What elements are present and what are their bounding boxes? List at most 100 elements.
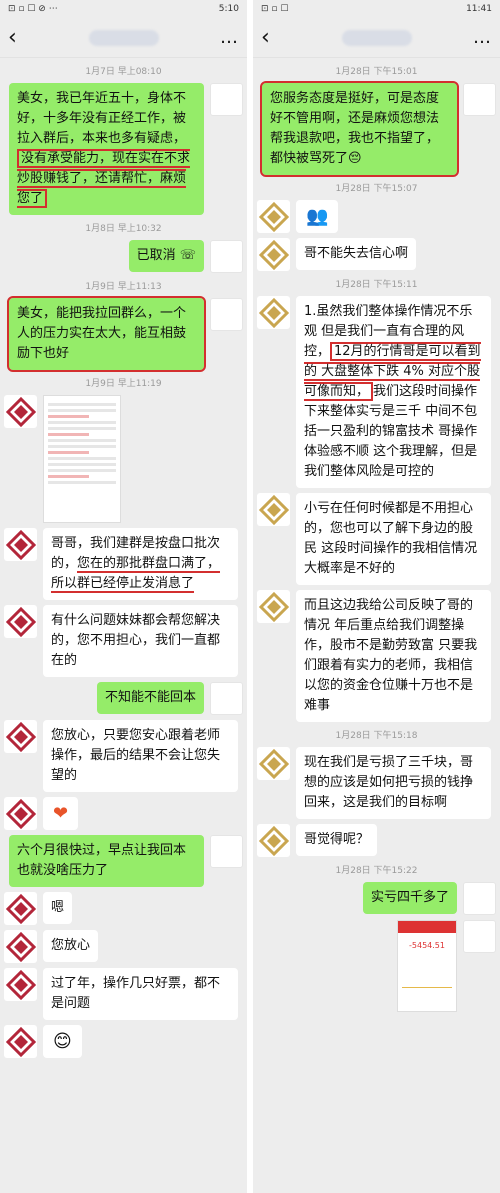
red-diamond-logo-icon [5, 893, 36, 924]
call-cancelled-message[interactable]: 已取消 ☏ [128, 240, 204, 272]
message-row-sent: 不知能不能回本 [4, 682, 243, 715]
timestamp: 1月28日 下午15:18 [335, 731, 418, 741]
agent-avatar[interactable] [257, 296, 290, 329]
timestamp: 1月28日 下午15:22 [335, 866, 418, 876]
agent-avatar[interactable] [4, 528, 37, 561]
message-row-received: 😊 [4, 1025, 243, 1058]
received-message[interactable]: 小亏在任何时候都是不用担心的，您也可以了解下身边的股民 这段时间操作的我相信情况… [296, 493, 491, 585]
screenshot-graph [402, 958, 452, 988]
status-bar: ⊡ ▫ ☐ 11:41 [253, 0, 500, 18]
my-avatar[interactable] [210, 240, 243, 273]
agent-avatar[interactable] [4, 720, 37, 753]
sent-message[interactable]: 六个月很快过，早点让我回本也就没啥压力了 [9, 835, 204, 887]
message-list[interactable]: 1月28日 下午15:01 您服务态度是挺好，可是态度好不管用啊，还是麻烦您想法… [253, 58, 500, 1193]
gold-diamond-logo-icon [258, 748, 289, 779]
more-options-icon[interactable]: … [220, 27, 239, 48]
received-message[interactable]: 哥哥，我们建群是按盘口批次的，您在的那批群盘口满了，所以群已经停止发消息了 [43, 528, 238, 600]
message-row-received: 过了年，操作几只好票，都不是问题 [4, 968, 243, 1020]
received-message[interactable]: 嗯 [43, 892, 73, 924]
chat-nav-bar: ‹ … [253, 18, 500, 58]
red-diamond-logo-icon [5, 1026, 36, 1057]
agent-avatar[interactable] [4, 605, 37, 638]
loss-value: -5454.51 [409, 941, 445, 950]
received-message[interactable]: 哥不能失去信心啊 [296, 238, 417, 270]
screenshot-header [398, 921, 456, 933]
message-list[interactable]: 1月7日 早上08:10 美女，我已年近五十，身体不好，十多年没有正经工作，被拉… [0, 58, 247, 1193]
agent-avatar[interactable] [4, 797, 37, 830]
my-avatar[interactable] [463, 83, 496, 116]
received-message[interactable]: 1.虽然我们整体操作情况不乐观 但是我们一直有合理的风控， 12月的行情哥是可以看… [296, 296, 491, 488]
received-message[interactable]: 您放心，只要您安心跟着老师操作，最后的结果不会让您失望的 [43, 720, 238, 792]
agent-avatar[interactable] [4, 1025, 37, 1058]
agent-avatar[interactable] [257, 824, 290, 857]
message-row-received: 👥 [257, 200, 496, 233]
status-icons: ⊡ ▫ ☐ [261, 4, 289, 14]
gold-diamond-logo-icon [258, 201, 289, 232]
received-message[interactable]: 现在我们是亏损了三千块，哥想的应该是如何把亏损的钱挣回来，这是我们的目标啊 [296, 747, 491, 819]
agent-avatar[interactable] [4, 968, 37, 1001]
my-avatar[interactable] [463, 882, 496, 915]
my-avatar[interactable] [210, 682, 243, 715]
message-row-sent: 美女，我已年近五十，身体不好，十多年没有正经工作，被拉入群后，本来也多有疑虑，没… [4, 83, 243, 215]
status-bar: ⊡ ▫ ☐ ⊘ ⋯ 5:10 [0, 0, 247, 18]
agent-avatar[interactable] [4, 892, 37, 925]
sticker-message[interactable]: 👥 [296, 200, 339, 233]
sent-message[interactable]: 您服务态度是挺好，可是态度好不管用啊，还是麻烦您想法帮我退款吧，我也不指望了，都… [260, 81, 459, 177]
heart-icon: ❤ [53, 803, 69, 824]
sent-message[interactable]: 美女，我已年近五十，身体不好，十多年没有正经工作，被拉入群后，本来也多有疑虑，没… [9, 83, 204, 215]
sent-message[interactable]: 美女，能把我拉回群么，一个人的压力实在太大，能互相鼓励下也好 [7, 296, 206, 372]
back-arrow-icon[interactable]: ‹ [261, 25, 281, 50]
sent-message[interactable]: 实亏四千多了 [362, 882, 457, 914]
screenshot-image-message[interactable]: -5454.51 [397, 920, 457, 1012]
chat-nav-bar: ‹ … [0, 18, 247, 58]
message-row-sent: 六个月很快过，早点让我回本也就没啥压力了 [4, 835, 243, 887]
timestamp: 1月8日 早上10:32 [85, 224, 162, 234]
gold-diamond-logo-icon [258, 494, 289, 525]
message-row-received: 哥哥，我们建群是按盘口批次的，您在的那批群盘口满了，所以群已经停止发消息了 [4, 528, 243, 600]
red-diamond-logo-icon [5, 721, 36, 752]
image-message-thumbnail[interactable] [43, 395, 121, 523]
message-row-received: 哥觉得呢？ [257, 824, 496, 857]
red-diamond-logo-icon [5, 606, 36, 637]
my-avatar[interactable] [463, 920, 496, 953]
received-message[interactable]: 您放心 [43, 930, 99, 962]
message-row-sent: 已取消 ☏ [4, 240, 243, 273]
message-row-received [4, 395, 243, 523]
highlighted-text: 没有承受能力，现在实在不求炒股赚钱了，还请帮忙，麻烦您了 [17, 149, 191, 208]
agent-avatar[interactable] [257, 200, 290, 233]
agent-avatar[interactable] [257, 590, 290, 623]
smile-sticker-icon: 😊 [53, 1031, 72, 1052]
underlined-text: 所以群已经停止发消息了 [51, 576, 195, 593]
timestamp: 1月7日 早上08:10 [85, 67, 162, 77]
my-avatar[interactable] [210, 83, 243, 116]
status-time: 11:41 [466, 4, 492, 14]
message-row-sent: 美女，能把我拉回群么，一个人的压力实在太大，能互相鼓励下也好 [4, 296, 243, 372]
received-message[interactable]: 有什么问题妹妹都会帮您解决的，您不用担心，我们一直都在的 [43, 605, 238, 677]
agent-avatar[interactable] [257, 238, 290, 271]
message-row-received: 您放心，只要您安心跟着老师操作，最后的结果不会让您失望的 [4, 720, 243, 792]
gold-diamond-logo-icon [258, 825, 289, 856]
left-chat-panel: ⊡ ▫ ☐ ⊘ ⋯ 5:10 ‹ … 1月7日 早上08:10 美女，我已年近五… [0, 0, 247, 1193]
red-diamond-logo-icon [5, 798, 36, 829]
received-message[interactable]: 过了年，操作几只好票，都不是问题 [43, 968, 238, 1020]
received-message[interactable]: 哥觉得呢？ [296, 824, 378, 856]
emoji-message[interactable]: 😊 [43, 1025, 82, 1058]
agent-avatar[interactable] [257, 747, 290, 780]
my-avatar[interactable] [210, 298, 243, 331]
heart-emoji-message[interactable]: ❤ [43, 797, 79, 830]
more-options-icon[interactable]: … [473, 27, 492, 48]
message-row-received: 嗯 [4, 892, 243, 925]
received-message[interactable]: 而且这边我给公司反映了哥的情况 年后重点给我们调整操作，股市不是勤劳致富 只要我… [296, 590, 491, 722]
agent-avatar[interactable] [4, 930, 37, 963]
message-row-received: 小亏在任何时候都是不用担心的，您也可以了解下身边的股民 这段时间操作的我相信情况… [257, 493, 496, 585]
agent-avatar[interactable] [257, 493, 290, 526]
red-diamond-logo-icon [5, 396, 36, 427]
message-text: 美女，我已年近五十，身体不好，十多年没有正经工作，被拉入群后，本来也多有疑虑， [17, 91, 187, 146]
agent-avatar[interactable] [4, 395, 37, 428]
timestamp: 1月28日 下午15:07 [335, 184, 418, 194]
contact-name-blurred [89, 29, 159, 46]
my-avatar[interactable] [210, 835, 243, 868]
sent-message[interactable]: 不知能不能回本 [96, 682, 204, 714]
back-arrow-icon[interactable]: ‹ [8, 25, 28, 50]
contact-name-blurred [342, 29, 412, 46]
